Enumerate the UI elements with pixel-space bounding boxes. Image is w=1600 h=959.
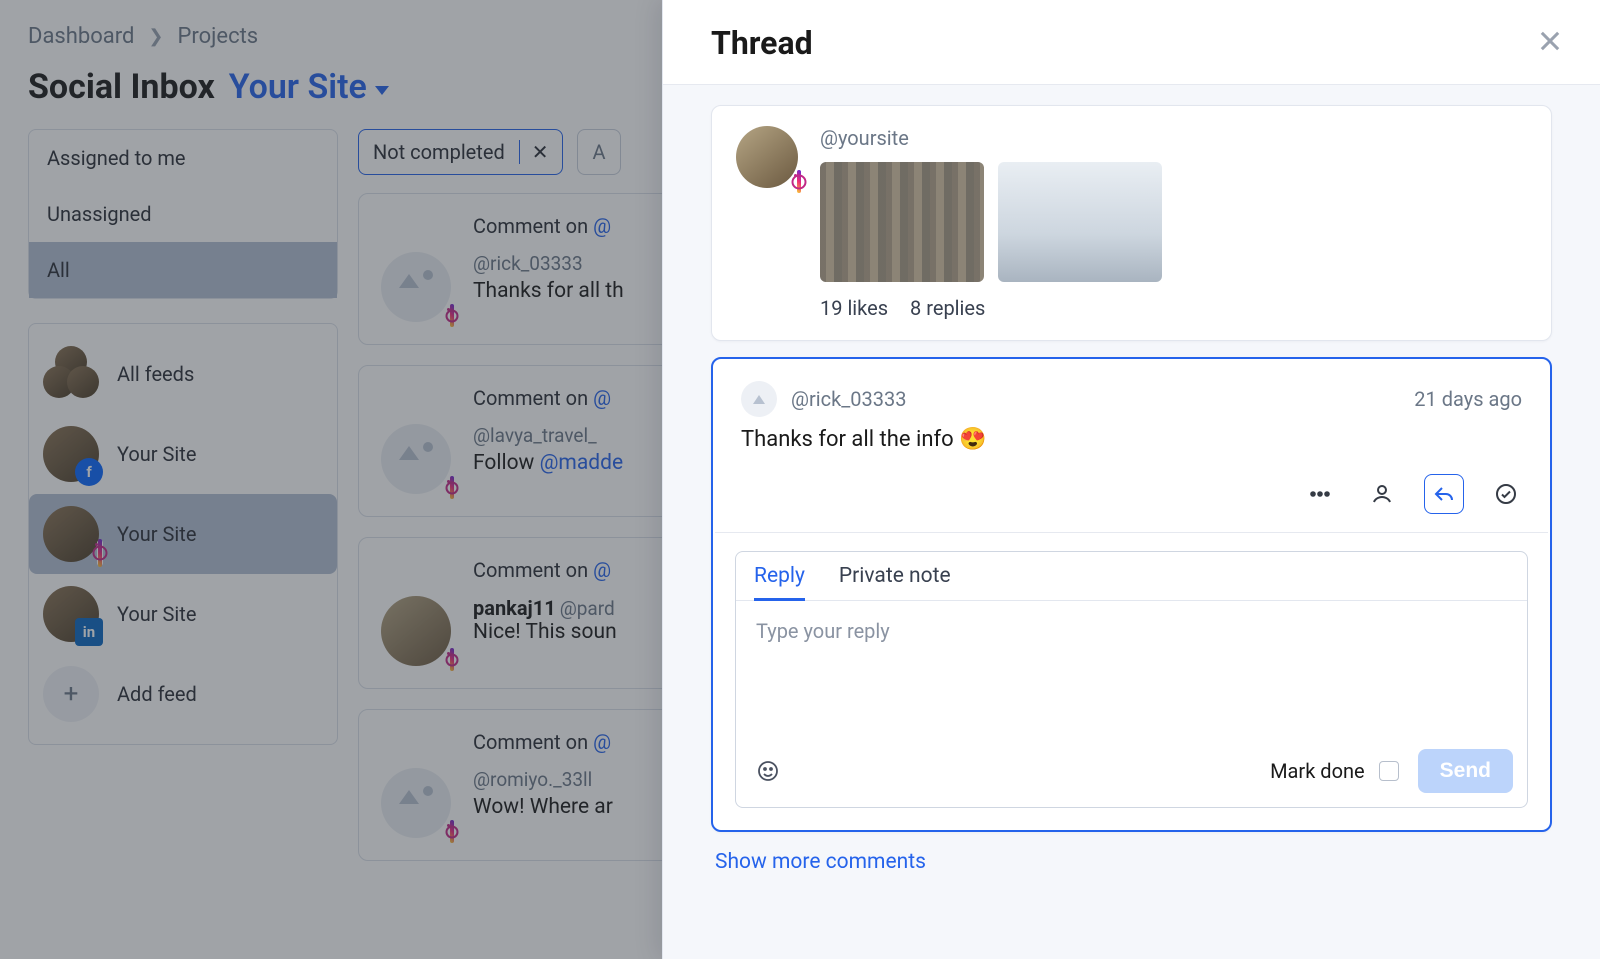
post-attachments xyxy=(820,162,1162,282)
tab-reply[interactable]: Reply xyxy=(754,564,805,601)
message-text: Follow @madde xyxy=(473,451,623,475)
comment-text: Thanks for all the info 😍 xyxy=(741,427,1522,452)
inbox-heading-link: @ xyxy=(593,558,611,582)
emoji-icon xyxy=(756,759,780,783)
message-text: Thanks for all th xyxy=(473,279,624,303)
avatar: f xyxy=(43,426,99,482)
inbox-heading-link: @ xyxy=(593,730,611,754)
mark-done-label: Mark done xyxy=(1270,759,1365,783)
user-icon xyxy=(1370,482,1394,506)
inbox-heading-link: @ xyxy=(593,386,611,410)
user-handle: @lavya_travel_ xyxy=(473,424,623,447)
filter-chip-secondary[interactable]: A xyxy=(577,129,620,175)
reply-textarea[interactable] xyxy=(754,617,1509,737)
site-dropdown[interactable]: Your Site xyxy=(229,67,389,107)
user-handle: @rick_03333 xyxy=(473,252,624,275)
feed-facebook[interactable]: f Your Site xyxy=(29,414,337,494)
comment-handle[interactable]: @rick_03333 xyxy=(791,387,906,411)
instagram-icon xyxy=(449,821,455,842)
filter-chip-not-completed[interactable]: Not completed ✕ xyxy=(358,129,563,175)
chip-label: Not completed xyxy=(373,140,505,164)
feed-linkedin[interactable]: in Your Site xyxy=(29,574,337,654)
facebook-icon: f xyxy=(75,458,103,486)
instagram-icon xyxy=(449,477,455,498)
user-name: pankaj11 xyxy=(473,596,556,620)
chevron-down-icon xyxy=(375,86,389,95)
replies-count: 8 replies xyxy=(910,296,985,320)
avatar xyxy=(741,381,777,417)
page-title: Social Inbox xyxy=(28,67,215,107)
avatar xyxy=(381,596,451,666)
assignment-filter-panel: Assigned to me Unassigned All xyxy=(28,129,338,299)
avatar xyxy=(736,126,798,188)
inbox-heading-prefix: Comment on xyxy=(473,214,593,238)
dots-horizontal-icon xyxy=(1308,482,1332,506)
feed-label: Your Site xyxy=(117,442,196,466)
post-image[interactable] xyxy=(998,162,1162,282)
avatar xyxy=(381,252,451,322)
inbox-heading-prefix: Comment on xyxy=(473,386,593,410)
mark-done-button[interactable] xyxy=(1486,474,1526,514)
filter-assigned-to-me[interactable]: Assigned to me xyxy=(29,130,337,186)
likes-count: 19 likes xyxy=(820,296,888,320)
filter-unassigned[interactable]: Unassigned xyxy=(29,186,337,242)
linkedin-icon: in xyxy=(75,618,103,646)
breadcrumb-projects[interactable]: Projects xyxy=(178,24,259,49)
chip-label: A xyxy=(592,140,605,164)
site-dropdown-label: Your Site xyxy=(229,67,367,107)
message-text: Nice! This soun xyxy=(473,620,617,644)
close-button[interactable] xyxy=(1536,27,1564,59)
emoji-picker-button[interactable] xyxy=(750,753,786,789)
check-circle-icon xyxy=(1494,482,1518,506)
instagram-icon xyxy=(97,540,103,566)
breadcrumb-dashboard[interactable]: Dashboard xyxy=(28,24,134,49)
instagram-icon xyxy=(449,305,455,326)
feeds-panel: All feeds f Your Site Your Site xyxy=(28,323,338,745)
add-feed-label: Add feed xyxy=(117,682,197,706)
comment-timestamp: 21 days ago xyxy=(1414,387,1522,411)
inbox-heading-link: @ xyxy=(593,214,611,238)
feed-all-label: All feeds xyxy=(117,362,194,386)
feed-instagram[interactable]: Your Site xyxy=(29,494,337,574)
more-options-button[interactable] xyxy=(1300,474,1340,514)
inbox-heading-prefix: Comment on xyxy=(473,730,593,754)
avatar xyxy=(381,424,451,494)
tab-private-note[interactable]: Private note xyxy=(839,564,951,600)
user-handle: @pard xyxy=(560,597,615,620)
mark-done-toggle[interactable]: Mark done xyxy=(1270,758,1402,784)
drawer-title: Thread xyxy=(711,24,813,62)
reply-icon xyxy=(1432,482,1456,506)
avatar xyxy=(43,506,99,562)
message-text: Wow! Where ar xyxy=(473,795,613,819)
reply-composer: Reply Private note Mark done xyxy=(735,551,1528,808)
feed-label: Your Site xyxy=(117,602,196,626)
show-more-comments-link[interactable]: Show more comments xyxy=(711,850,926,874)
thread-drawer: Thread @yoursite 19 likes 8 xyxy=(662,0,1600,959)
mark-done-checkbox[interactable] xyxy=(1379,761,1399,781)
reply-button[interactable] xyxy=(1424,474,1464,514)
avatar: in xyxy=(43,586,99,642)
instagram-icon xyxy=(449,649,455,670)
avatar xyxy=(381,768,451,838)
close-icon xyxy=(1536,27,1564,55)
plus-icon: + xyxy=(43,666,99,722)
instagram-icon xyxy=(796,171,802,192)
inbox-heading-prefix: Comment on xyxy=(473,558,593,582)
add-feed-button[interactable]: + Add feed xyxy=(29,654,337,734)
feed-label: Your Site xyxy=(117,522,196,546)
close-icon[interactable]: ✕ xyxy=(519,140,549,164)
assign-user-button[interactable] xyxy=(1362,474,1402,514)
selected-comment-card: @rick_03333 21 days ago Thanks for all t… xyxy=(711,357,1552,832)
post-image[interactable] xyxy=(820,162,984,282)
avatar-cluster-icon xyxy=(43,346,99,402)
post-handle[interactable]: @yoursite xyxy=(820,126,1162,150)
user-handle: @romiyo._33ll xyxy=(473,768,613,791)
send-button[interactable]: Send xyxy=(1418,749,1513,793)
parent-post-card: @yoursite 19 likes 8 replies xyxy=(711,105,1552,341)
chevron-right-icon: ❯ xyxy=(148,26,163,47)
feed-all[interactable]: All feeds xyxy=(29,334,337,414)
filter-all[interactable]: All xyxy=(29,242,337,298)
